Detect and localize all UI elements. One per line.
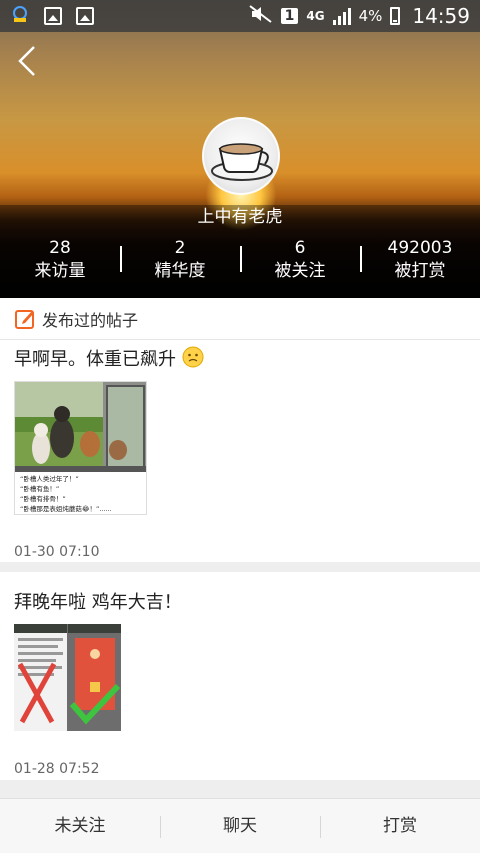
sim-indicator: 1	[280, 8, 299, 24]
chat-screenshot-image	[14, 624, 121, 731]
caption-line: “卧槽人类过年了！”	[20, 475, 79, 483]
section-title: 发布过的帖子	[42, 310, 139, 330]
post-divider	[0, 562, 480, 572]
caption-line: “卧槽有鱼！”	[20, 485, 60, 493]
post-text-row: 早啊早。体重已飙升	[14, 345, 204, 371]
post-text: 早啊早。体重已飙升	[14, 349, 176, 370]
battery-percent: 4%	[358, 7, 383, 25]
post-time: 01-30 07:10	[14, 544, 100, 560]
stat-label: 来访量	[34, 261, 86, 281]
profile-header: 1 4G 4% 14:59 上中有老虎 28 来访量 2 精华度 6 被关注 4…	[0, 0, 480, 298]
stat-value: 28	[49, 238, 71, 258]
caption-line: “卧槽有排骨！”	[20, 495, 66, 503]
post-text: 拜晚年啦 鸡年大吉！	[14, 592, 182, 613]
stat-label: 被打赏	[394, 261, 446, 281]
avatar[interactable]	[202, 117, 280, 195]
chevron-left-icon	[18, 46, 35, 76]
status-bar: 1 4G 4% 14:59	[0, 0, 480, 32]
post-card[interactable]: 拜晚年啦 鸡年大吉！ 01-28 07:52	[0, 572, 480, 780]
signal-icon	[332, 7, 351, 25]
stat-visits[interactable]: 28 来访量	[0, 236, 120, 286]
reward-button[interactable]: 打赏	[320, 799, 480, 853]
posts-section-header: 发布过的帖子	[0, 298, 480, 340]
stat-rewarded[interactable]: 492003 被打赏	[360, 236, 480, 286]
battery-icon	[390, 7, 401, 25]
post-card[interactable]: 早啊早。体重已飙升 “卧槽人类过年了！” “卧槽有鱼！” “卧槽有排骨！” “卧	[0, 341, 480, 562]
sync-icon	[10, 4, 30, 28]
back-button[interactable]	[14, 44, 44, 78]
emoji-icon	[182, 346, 204, 368]
stat-value: 2	[174, 238, 186, 258]
mute-icon	[249, 5, 273, 27]
caption-line: “卧槽那是表姐炖蘑菇😂！”......	[20, 505, 112, 513]
stat-label: 精华度	[154, 261, 206, 281]
image-caption: “卧槽人类过年了！” “卧槽有鱼！” “卧槽有排骨！” “卧槽那是表姐炖蘑菇😂！…	[15, 472, 146, 514]
edit-icon	[15, 309, 34, 329]
post-divider	[0, 780, 480, 798]
cats-dog-photo	[15, 382, 146, 472]
stat-value: 492003	[387, 238, 453, 258]
stat-featured[interactable]: 2 精华度	[120, 236, 240, 286]
chat-button[interactable]: 聊天	[160, 799, 320, 853]
follow-button[interactable]: 未关注	[0, 799, 160, 853]
post-image[interactable]: “卧槽人类过年了！” “卧槽有鱼！” “卧槽有排骨！” “卧槽那是表姐炖蘑菇😂！…	[14, 381, 147, 515]
stat-followers[interactable]: 6 被关注	[240, 236, 360, 286]
network-type: 4G	[306, 9, 325, 23]
bottom-action-bar: 未关注 聊天 打赏	[0, 798, 480, 853]
stats-row: 28 来访量 2 精华度 6 被关注 492003 被打赏	[0, 236, 480, 286]
stat-value: 6	[294, 238, 306, 258]
post-image[interactable]	[14, 624, 121, 731]
gallery-icon	[44, 7, 62, 25]
clock: 14:59	[412, 4, 470, 28]
gallery-icon-2	[76, 7, 94, 25]
stat-label: 被关注	[274, 261, 326, 281]
username: 上中有老虎	[197, 207, 283, 227]
post-time: 01-28 07:52	[14, 761, 100, 777]
